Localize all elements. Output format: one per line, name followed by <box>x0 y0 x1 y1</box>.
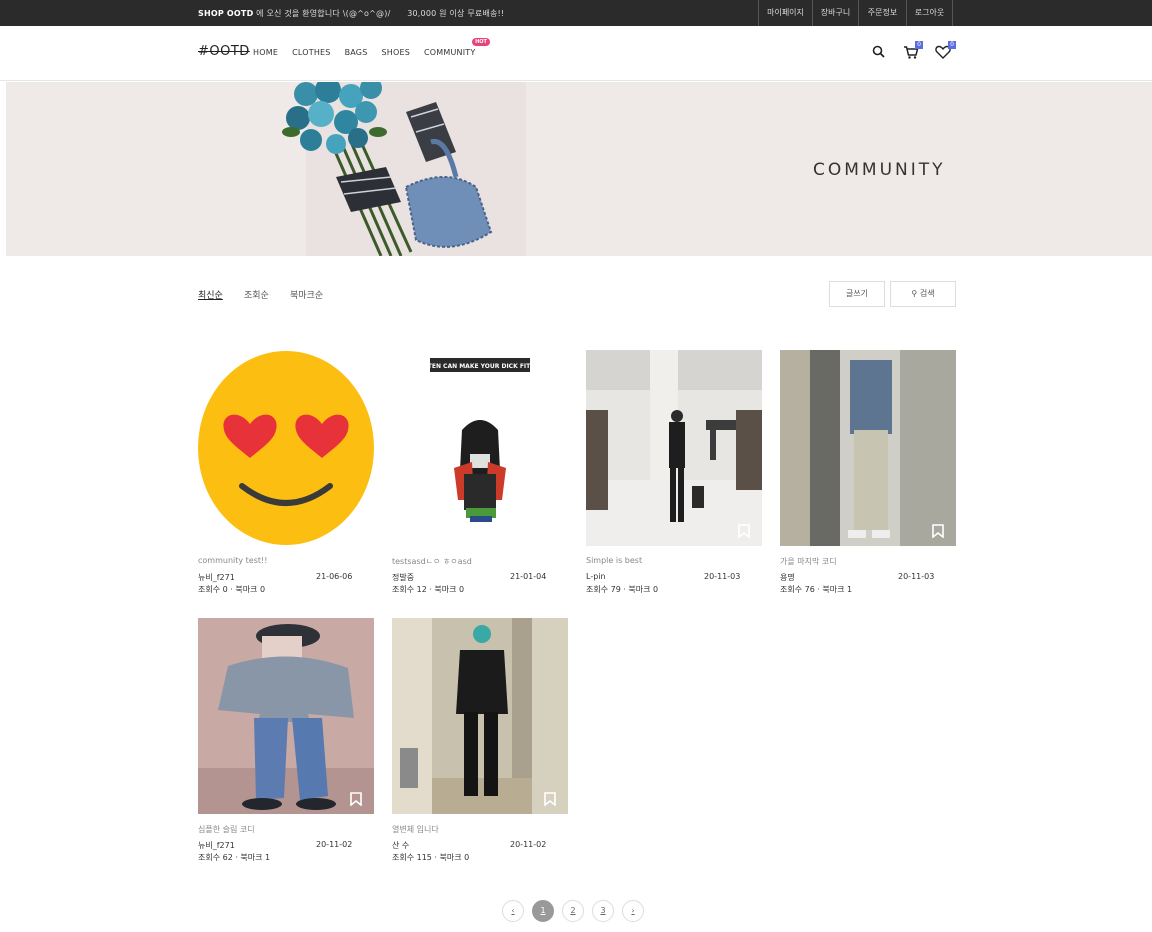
post-author: L-pin <box>586 572 606 581</box>
post-card[interactable]: GLUTEN CAN MAKE YOUR DICK FIT OFF testsa… <box>392 350 568 594</box>
sort-latest[interactable]: 최신순 <box>198 288 223 301</box>
bookmark-icon[interactable] <box>544 792 556 806</box>
nav-item-home[interactable]: HOME <box>253 48 278 57</box>
logout-link[interactable]: 로그아웃 <box>907 0 953 26</box>
promo-brand: SHOP OOTD <box>198 9 254 18</box>
community-banner: COMMUNITY <box>6 82 1152 256</box>
store-mirror-photo <box>586 350 762 546</box>
post-date: 21-01-04 <box>510 572 547 581</box>
promo-text: 에 오신 것을 환영합니다 \(@^o^@)/ <box>256 9 391 18</box>
post-card[interactable]: 가을 마지막 코디 용명 20-11-03 조회수 76 · 북마크 1 <box>780 350 956 594</box>
mirror-jacket-photo <box>780 350 956 546</box>
post-date: 20-11-02 <box>316 840 353 849</box>
pagination-prev-button[interactable]: ‹ <box>502 900 524 922</box>
post-title: 가을 마지막 코디 <box>780 557 837 566</box>
smiley-hearts-image <box>198 350 374 546</box>
post-thumbnail[interactable] <box>586 350 762 546</box>
meme-caption: GLUTEN CAN MAKE YOUR DICK FIT OFF <box>414 363 545 370</box>
post-card[interactable]: 열변체 입니다 산 수 20-11-02 조회수 115 · 북마크 0 <box>392 618 568 862</box>
bookmark-icon[interactable] <box>932 524 944 538</box>
search-icon[interactable] <box>870 43 888 61</box>
fitting-room-photo <box>392 618 568 814</box>
banner-title: COMMUNITY <box>813 160 946 180</box>
post-card[interactable]: 심플한 슬림 코디 뉴비_f271 20-11-02 조회수 62 · 북마크 … <box>198 618 374 862</box>
order-info-link[interactable]: 주문정보 <box>859 0 907 26</box>
pagination-next-button[interactable]: › <box>622 900 644 922</box>
post-stats: 조회수 79 · 북마크 0 <box>586 585 659 594</box>
cart-count-badge: 0 <box>915 41 923 49</box>
cart-link[interactable]: 장바구니 <box>813 0 859 26</box>
sort-bookmarks[interactable]: 북마크순 <box>290 288 323 301</box>
wishlist-count-badge: 0 <box>948 41 956 49</box>
blurred-denim-photo <box>198 618 374 814</box>
post-date: 21-06-06 <box>316 572 353 581</box>
post-title: Simple is best <box>586 556 643 565</box>
post-thumbnail[interactable] <box>392 618 568 814</box>
nav-menu: HOME CLOTHES BAGS SHOES COMMUNITY <box>253 48 489 57</box>
post-card[interactable]: community test!! 뉴비_f271 21-06-06 조회수 0 … <box>198 350 374 594</box>
banner-bouquet-bag-image <box>6 82 1152 256</box>
search-button[interactable]: ⚲ 검색 <box>890 281 956 307</box>
post-title: 심플한 슬림 코디 <box>198 825 255 834</box>
top-bar: SHOP OOTD 에 오신 것을 환영합니다 \(@^o^@)/ 30,000… <box>0 0 1152 26</box>
post-stats: 조회수 0 · 북마크 0 <box>198 585 266 594</box>
shipping-text: 30,000 원 이상 무료배송!! <box>407 9 505 18</box>
post-date: 20-11-02 <box>510 840 547 849</box>
post-stats: 조회수 12 · 북마크 0 <box>392 585 465 594</box>
nav-item-clothes[interactable]: CLOTHES <box>292 48 331 57</box>
post-stats: 조회수 76 · 북마크 1 <box>780 585 853 594</box>
hot-badge: HOT <box>472 38 490 46</box>
main-nav: #OOTD HOME CLOTHES BAGS SHOES COMMUNITY … <box>0 26 1152 81</box>
post-author: 정발중 <box>392 573 415 582</box>
post-date: 20-11-03 <box>898 572 935 581</box>
post-title: 열변체 입니다 <box>392 825 439 834</box>
write-post-button[interactable]: 글쓰기 <box>829 281 885 307</box>
nav-item-bags[interactable]: BAGS <box>345 48 368 57</box>
post-date: 20-11-03 <box>704 572 741 581</box>
post-thumbnail[interactable] <box>198 350 374 546</box>
post-thumbnail[interactable] <box>780 350 956 546</box>
bookmark-icon[interactable] <box>350 792 362 806</box>
post-thumbnail[interactable] <box>198 618 374 814</box>
pagination-page-1[interactable]: 1 <box>532 900 554 922</box>
post-author: 뉴비_f271 <box>198 573 235 582</box>
site-logo[interactable]: #OOTD <box>198 44 250 59</box>
post-thumbnail[interactable]: GLUTEN CAN MAKE YOUR DICK FIT OFF <box>392 350 568 546</box>
pagination-page-2[interactable]: 2 <box>562 900 584 922</box>
search-button-icon: ⚲ <box>911 289 918 298</box>
mypage-link[interactable]: 마이페이지 <box>759 0 813 26</box>
post-author: 뉴비_f271 <box>198 841 235 850</box>
pagination-page-3[interactable]: 3 <box>592 900 614 922</box>
search-button-label: 검색 <box>919 289 935 298</box>
nav-item-community[interactable]: COMMUNITY <box>424 48 475 57</box>
nav-item-shoes[interactable]: SHOES <box>381 48 410 57</box>
post-author: 산 수 <box>392 841 410 850</box>
post-stats: 조회수 62 · 북마크 1 <box>198 853 271 862</box>
bookmark-icon[interactable] <box>738 524 750 538</box>
promo-message: SHOP OOTD 에 오신 것을 환영합니다 \(@^o^@)/ 30,000… <box>198 8 504 19</box>
cartoon-figure-image: GLUTEN CAN MAKE YOUR DICK FIT OFF <box>392 350 568 546</box>
post-title: community test!! <box>198 556 268 565</box>
sort-views[interactable]: 조회순 <box>244 288 269 301</box>
account-links: 마이페이지 장바구니 주문정보 로그아웃 <box>758 0 953 26</box>
post-card[interactable]: Simple is best L-pin 20-11-03 조회수 79 · 북… <box>586 350 762 594</box>
post-title: testsasdㄴㅇ ㅎㅇasd <box>392 557 472 566</box>
post-author: 용명 <box>780 573 795 582</box>
post-stats: 조회수 115 · 북마크 0 <box>392 853 470 862</box>
